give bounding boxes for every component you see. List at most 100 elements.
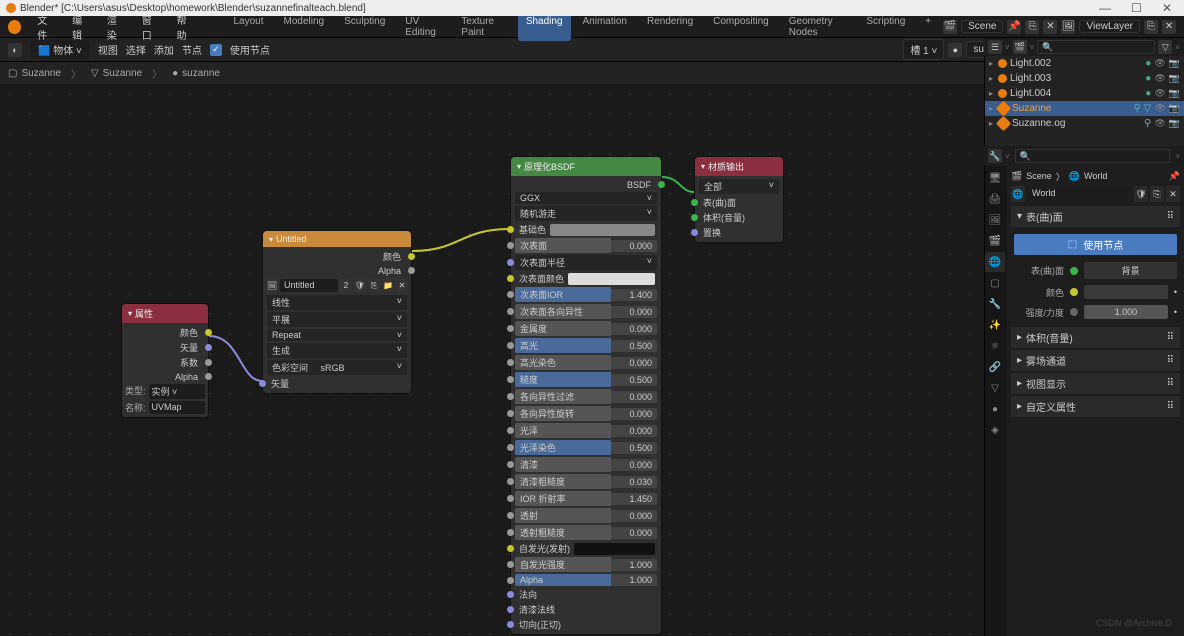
bsdf-param-次表面IOR[interactable]: 次表面IOR1.400 [511,286,661,303]
source-select[interactable]: 生成˅ [263,342,411,359]
tab-scripting[interactable]: Scripting [858,13,913,41]
node-header[interactable]: ▾Untitled [263,231,411,247]
bsdf-param-糙度[interactable]: 糙度0.500 [511,371,661,388]
bsdf-param-次表面[interactable]: 次表面0.000 [511,237,661,254]
menu-view[interactable]: 视图 [98,42,118,57]
menu-add[interactable]: 添加 [154,42,174,57]
breadcrumb-item[interactable]: ● suzanne [172,68,220,79]
editor-type-icon[interactable]: ◐ [8,43,22,57]
copy-scene-icon[interactable]: ⎘ [1025,20,1039,34]
pin-icon[interactable]: 📌 [1007,20,1021,34]
bsdf-param-高光[interactable]: 高光0.500 [511,337,661,354]
outliner-item-Light.004[interactable]: ▸Light.004●👁📷 [985,86,1184,101]
copy-viewlayer-icon[interactable]: ⎘ [1144,20,1158,34]
breadcrumb-item[interactable]: ▢ Suzanne [8,68,61,79]
distribution-select[interactable]: GGX˅ [511,191,661,205]
node-attribute[interactable]: ▾属性 颜色 矢量 系数 Alpha 类型:实例 ˅ 名称:UVMap [121,303,209,418]
outliner-item-Light.003[interactable]: ▸Light.003●👁📷 [985,71,1184,86]
bsdf-param-透射[interactable]: 透射0.000 [511,507,661,524]
node-editor-canvas[interactable]: ▾属性 颜色 矢量 系数 Alpha 类型:实例 ˅ 名称:UVMap ▾Unt… [0,84,984,636]
tab-compositing[interactable]: Compositing [705,13,777,41]
tab-shading[interactable]: Shading [518,13,571,41]
bsdf-param-IOR 折射率[interactable]: IOR 折射率1.450 [511,490,661,507]
bsdf-param-金属度[interactable]: 金属度0.000 [511,320,661,337]
node-image-texture[interactable]: ▾Untitled 颜色 Alpha 🖼 Untitled 2 🛡 ⎘ 📁 ✕ … [262,230,412,394]
tab-particles-icon[interactable]: ✨ [985,315,1005,335]
bsdf-param-高光染色[interactable]: 高光染色0.000 [511,354,661,371]
tab-animation[interactable]: Animation [575,13,635,41]
dot-icon[interactable]: • [1174,307,1177,317]
material-sphere-icon[interactable]: ● [948,43,962,57]
delete-scene-icon[interactable]: ✕ [1043,20,1057,34]
unlink-icon[interactable]: ✕ [1166,186,1180,202]
scene-icon[interactable]: 🎬 [1011,171,1022,182]
breadcrumb-item[interactable]: ▽ Suzanne [91,68,142,79]
outliner-search-input[interactable]: 🔍 [1037,40,1155,54]
outliner-item-Light.002[interactable]: ▸Light.002●👁📷 [985,56,1184,71]
minimize-button[interactable]: — [1099,1,1111,15]
tab-render-icon[interactable]: 🖥 [985,168,1005,188]
unlink-icon[interactable]: ✕ [396,279,408,292]
copy-icon[interactable]: ⎘ [1150,186,1164,202]
bsdf-param-次表面半径[interactable]: 次表面半径˅ [511,254,661,271]
pin-icon[interactable]: 📌 [1169,171,1180,182]
custom-props-panel-header[interactable]: ▸自定义属性⠿ [1011,396,1180,417]
bsdf-param-各向异性旋转[interactable]: 各向异性旋转0.000 [511,405,661,422]
bsdf-param-各向异性过滤[interactable]: 各向异性过滤0.000 [511,388,661,405]
tab-rendering[interactable]: Rendering [639,13,701,41]
bsdf-param-清漆粗糙度[interactable]: 清漆粗糙度0.030 [511,473,661,490]
tab-sculpting[interactable]: Sculpting [336,13,393,41]
dot-icon[interactable]: • [1174,287,1177,297]
shield-icon[interactable]: 🛡 [354,279,366,292]
menu-node[interactable]: 节点 [182,42,202,57]
scene-icon[interactable]: 🎬 [943,20,957,34]
viewport-panel-header[interactable]: ▸视图显示⠿ [1011,373,1180,394]
scene-selector[interactable]: Scene [961,20,1003,33]
properties-search-input[interactable]: 🔍 [1015,149,1171,163]
bsdf-param-光泽[interactable]: 光泽0.000 [511,422,661,439]
bsdf-param-Alpha[interactable]: Alpha1.000 [511,573,661,587]
use-nodes-button[interactable]: ⬚使用节点 [1014,234,1177,255]
node-header[interactable]: ▾属性 [122,304,208,323]
interpolation-select[interactable]: 线性˅ [263,294,411,311]
subsurface-method-select[interactable]: 随机游走˅ [511,205,661,222]
menu-edit[interactable]: 编辑 [66,12,97,42]
menu-file[interactable]: 文件 [31,12,62,42]
tab-viewlayer-icon[interactable]: 🖼 [985,210,1005,230]
menu-help[interactable]: 帮助 [171,12,202,42]
tab-physics-icon[interactable]: ⚛ [985,336,1005,356]
bsdf-param-光泽染色[interactable]: 光泽染色0.500 [511,439,661,456]
close-button[interactable]: ✕ [1162,1,1172,15]
tab-modeling[interactable]: Modeling [276,13,333,41]
tab-world-icon[interactable]: 🌐 [985,252,1005,272]
node-header[interactable]: ▾原理化BSDF [511,157,661,176]
menu-window[interactable]: 窗口 [136,12,167,42]
projection-select[interactable]: 平展˅ [263,311,411,328]
bsdf-param-清漆[interactable]: 清漆0.000 [511,456,661,473]
tab-texture-paint[interactable]: Texture Paint [453,13,514,41]
tab-layout[interactable]: Layout [226,13,272,41]
tab-scene-icon[interactable]: 🎬 [985,231,1005,251]
bsdf-param-自发光强度[interactable]: 自发光强度1.000 [511,556,661,573]
maximize-button[interactable]: ☐ [1131,1,1142,15]
outliner-item-Suzanne.og[interactable]: ▸Suzanne.og⚲👁📷 [985,116,1184,131]
tab-object-icon[interactable]: ▢ [985,273,1005,293]
volume-panel-header[interactable]: ▸体积(音量)⠿ [1011,327,1180,348]
copy-icon[interactable]: ⎘ [368,279,380,292]
target-select[interactable]: 全部˅ [695,178,783,195]
menu-render[interactable]: 渲染 [101,12,132,42]
extension-select[interactable]: Repeat˅ [263,328,411,342]
tab-add[interactable]: + [917,13,939,41]
image-users[interactable]: 2 [340,279,352,292]
outliner-display-icon[interactable]: ☰ [988,40,1002,54]
tab-uv-editing[interactable]: UV Editing [397,13,449,41]
colorspace-select[interactable]: 色彩空间 sRGB˅ [263,359,411,376]
bsdf-param-次表面各向异性[interactable]: 次表面各向异性0.000 [511,303,661,320]
color-swatch[interactable] [1084,285,1168,299]
slot-selector[interactable]: 槽 1 ˅ [903,39,944,60]
delete-viewlayer-icon[interactable]: ✕ [1162,20,1176,34]
open-icon[interactable]: 📁 [382,279,394,292]
outliner-item-Suzanne[interactable]: ▸Suzanne⚲ ▽👁📷 [985,101,1184,116]
tab-texture-icon[interactable]: ◈ [985,420,1005,440]
blender-icon[interactable] [8,20,21,34]
